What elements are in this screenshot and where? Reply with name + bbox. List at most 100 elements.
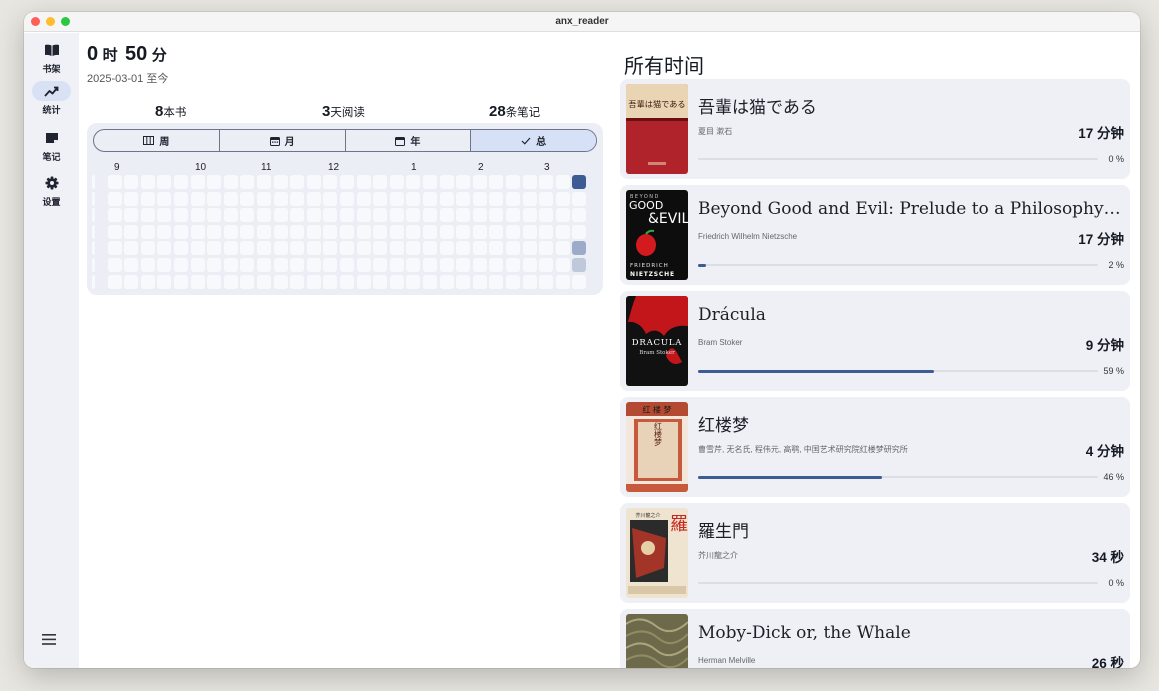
heatmap-cell bbox=[423, 258, 437, 272]
book-card-hongloumeng[interactable]: 红 楼 梦 红楼梦 红楼梦 曹雪芹, 无名氏, 程伟元, 高鹗, 中国艺术研究院… bbox=[620, 397, 1130, 497]
progress-percent: 46 % bbox=[1103, 472, 1124, 482]
heatmap-cell bbox=[572, 175, 587, 189]
sidebar-item-bookshelf[interactable]: 书架 bbox=[32, 40, 71, 80]
heatmap-cell bbox=[506, 191, 520, 206]
progress-fill bbox=[698, 475, 882, 479]
heatmap-cell bbox=[174, 191, 188, 206]
heatmap-cell bbox=[124, 224, 139, 239]
heatmap-cell bbox=[290, 175, 305, 189]
heatmap-cell bbox=[290, 191, 305, 206]
sidebar-item-notes[interactable]: 笔记 bbox=[32, 128, 71, 168]
book-title: 红楼梦 bbox=[698, 416, 749, 436]
book-card-rashomon[interactable]: 羅 芥川龍之介 羅生門 芥川龍之介 34 秒 0 % bbox=[620, 503, 1130, 603]
sidebar-item-settings[interactable]: 设置 bbox=[32, 173, 71, 213]
heatmap-cell bbox=[406, 208, 421, 223]
progress-fill bbox=[698, 369, 934, 373]
maximize-window-button[interactable] bbox=[61, 17, 70, 26]
book-card-dracula[interactable]: DRACULA Bram Stoker Drácula Bram Stoker … bbox=[620, 291, 1130, 391]
sidebar-item-statistics[interactable]: 统计 bbox=[32, 81, 71, 121]
heatmap-cell bbox=[555, 175, 570, 189]
heatmap-cell bbox=[539, 258, 554, 272]
hamburger-menu-icon[interactable] bbox=[42, 632, 60, 646]
heatmap-cell bbox=[522, 241, 537, 256]
heatmap-cell bbox=[489, 274, 504, 289]
heatmap-cell bbox=[506, 208, 520, 223]
heatmap-cell bbox=[555, 241, 570, 256]
heatmap-cell bbox=[439, 224, 454, 239]
heatmap-cell bbox=[306, 241, 321, 256]
heatmap-cell bbox=[389, 274, 404, 289]
heatmap-cell bbox=[223, 258, 238, 272]
heatmap-cell bbox=[489, 191, 504, 206]
book-card-wagahai[interactable]: 吾輩は猫である 吾輩は猫である 夏目 漱石 17 分钟 0 % bbox=[620, 79, 1130, 179]
heatmap-cell bbox=[92, 191, 95, 206]
heatmap-cell bbox=[157, 224, 172, 239]
heatmap-cell bbox=[423, 208, 437, 223]
heatmap-cell bbox=[124, 274, 139, 289]
heatmap-cell bbox=[489, 241, 504, 256]
heatmap-cell bbox=[340, 224, 354, 239]
heatmap-cell bbox=[489, 208, 504, 223]
heatmap-cell bbox=[572, 208, 587, 223]
heatmap-cell bbox=[240, 175, 255, 189]
heatmap-cell bbox=[223, 175, 238, 189]
heatmap-cell bbox=[223, 191, 238, 206]
heatmap-month-label: 9 bbox=[114, 162, 120, 173]
heatmap-month-label: 12 bbox=[328, 162, 340, 173]
sidebar-item-label: 设置 bbox=[42, 197, 61, 207]
svg-text:DRACULA: DRACULA bbox=[632, 338, 682, 348]
heatmap-cell bbox=[92, 224, 95, 239]
heatmap-cell bbox=[290, 208, 305, 223]
heatmap-cell bbox=[572, 224, 587, 239]
heatmap-cell bbox=[240, 274, 255, 289]
minimize-window-button[interactable] bbox=[46, 17, 55, 26]
heatmap-cell bbox=[107, 258, 122, 272]
heatmap-cell bbox=[174, 224, 188, 239]
book-reading-time: 26 秒 bbox=[1091, 656, 1124, 668]
heatmap-cell bbox=[140, 274, 155, 289]
heatmap-cell bbox=[489, 224, 504, 239]
svg-text:FRIEDRICH: FRIEDRICH bbox=[630, 263, 669, 269]
heatmap-cell bbox=[389, 191, 404, 206]
statistics-panel: 0 时 50 分 2025-03-01 至今 8本书 3天阅读 28条笔记 周 bbox=[79, 33, 609, 668]
heatmap-cell bbox=[356, 208, 371, 223]
heatmap-cell bbox=[190, 175, 205, 189]
progress-bar bbox=[698, 158, 1098, 160]
heatmap-cell bbox=[555, 191, 570, 206]
heatmap-cell bbox=[340, 274, 354, 289]
app-window: anx_reader 书架 统计 笔记 设置 0 时 50 分 2025-03-… bbox=[24, 12, 1140, 668]
heatmap-cell bbox=[439, 175, 454, 189]
date-range: 2025-03-01 至今 bbox=[87, 73, 169, 85]
heatmap-cell bbox=[257, 175, 271, 189]
heatmap-cell bbox=[257, 241, 271, 256]
heatmap-cell bbox=[539, 175, 554, 189]
heatmap-cell bbox=[157, 241, 172, 256]
book-title: Drácula bbox=[698, 305, 766, 325]
heatmap-cell bbox=[174, 274, 188, 289]
book-card-moby-dick[interactable]: Moby-Dick or, the Whale Herman Melville … bbox=[620, 609, 1130, 668]
heatmap-cell bbox=[456, 191, 471, 206]
title-bar: anx_reader bbox=[24, 12, 1140, 32]
heatmap-cell bbox=[240, 191, 255, 206]
book-card-beyond-good-and-evil[interactable]: BEYOND GOOD &EVIL FRIEDRICH NIETZSCHE Be… bbox=[620, 185, 1130, 285]
close-window-button[interactable] bbox=[31, 17, 40, 26]
heatmap-cell bbox=[373, 241, 388, 256]
heatmap-cell bbox=[190, 274, 205, 289]
heatmap-cell bbox=[406, 274, 421, 289]
book-reading-time: 17 分钟 bbox=[1078, 126, 1124, 141]
progress-bar bbox=[698, 263, 1098, 267]
heatmap-cell bbox=[373, 224, 388, 239]
heatmap-cell bbox=[506, 175, 520, 189]
svg-text:芥川龍之介: 芥川龍之介 bbox=[635, 512, 660, 519]
heatmap-cell bbox=[107, 274, 122, 289]
heatmap-cell bbox=[356, 241, 371, 256]
progress-percent: 0 % bbox=[1108, 154, 1124, 164]
heatmap-cell bbox=[539, 241, 554, 256]
progress-fill bbox=[698, 263, 706, 267]
book-reading-time: 9 分钟 bbox=[1085, 338, 1124, 353]
heatmap-cell bbox=[174, 208, 188, 223]
heatmap-cell bbox=[406, 224, 421, 239]
heatmap-cell bbox=[207, 191, 222, 206]
heatmap-cell bbox=[290, 241, 305, 256]
heatmap-cell bbox=[157, 274, 172, 289]
